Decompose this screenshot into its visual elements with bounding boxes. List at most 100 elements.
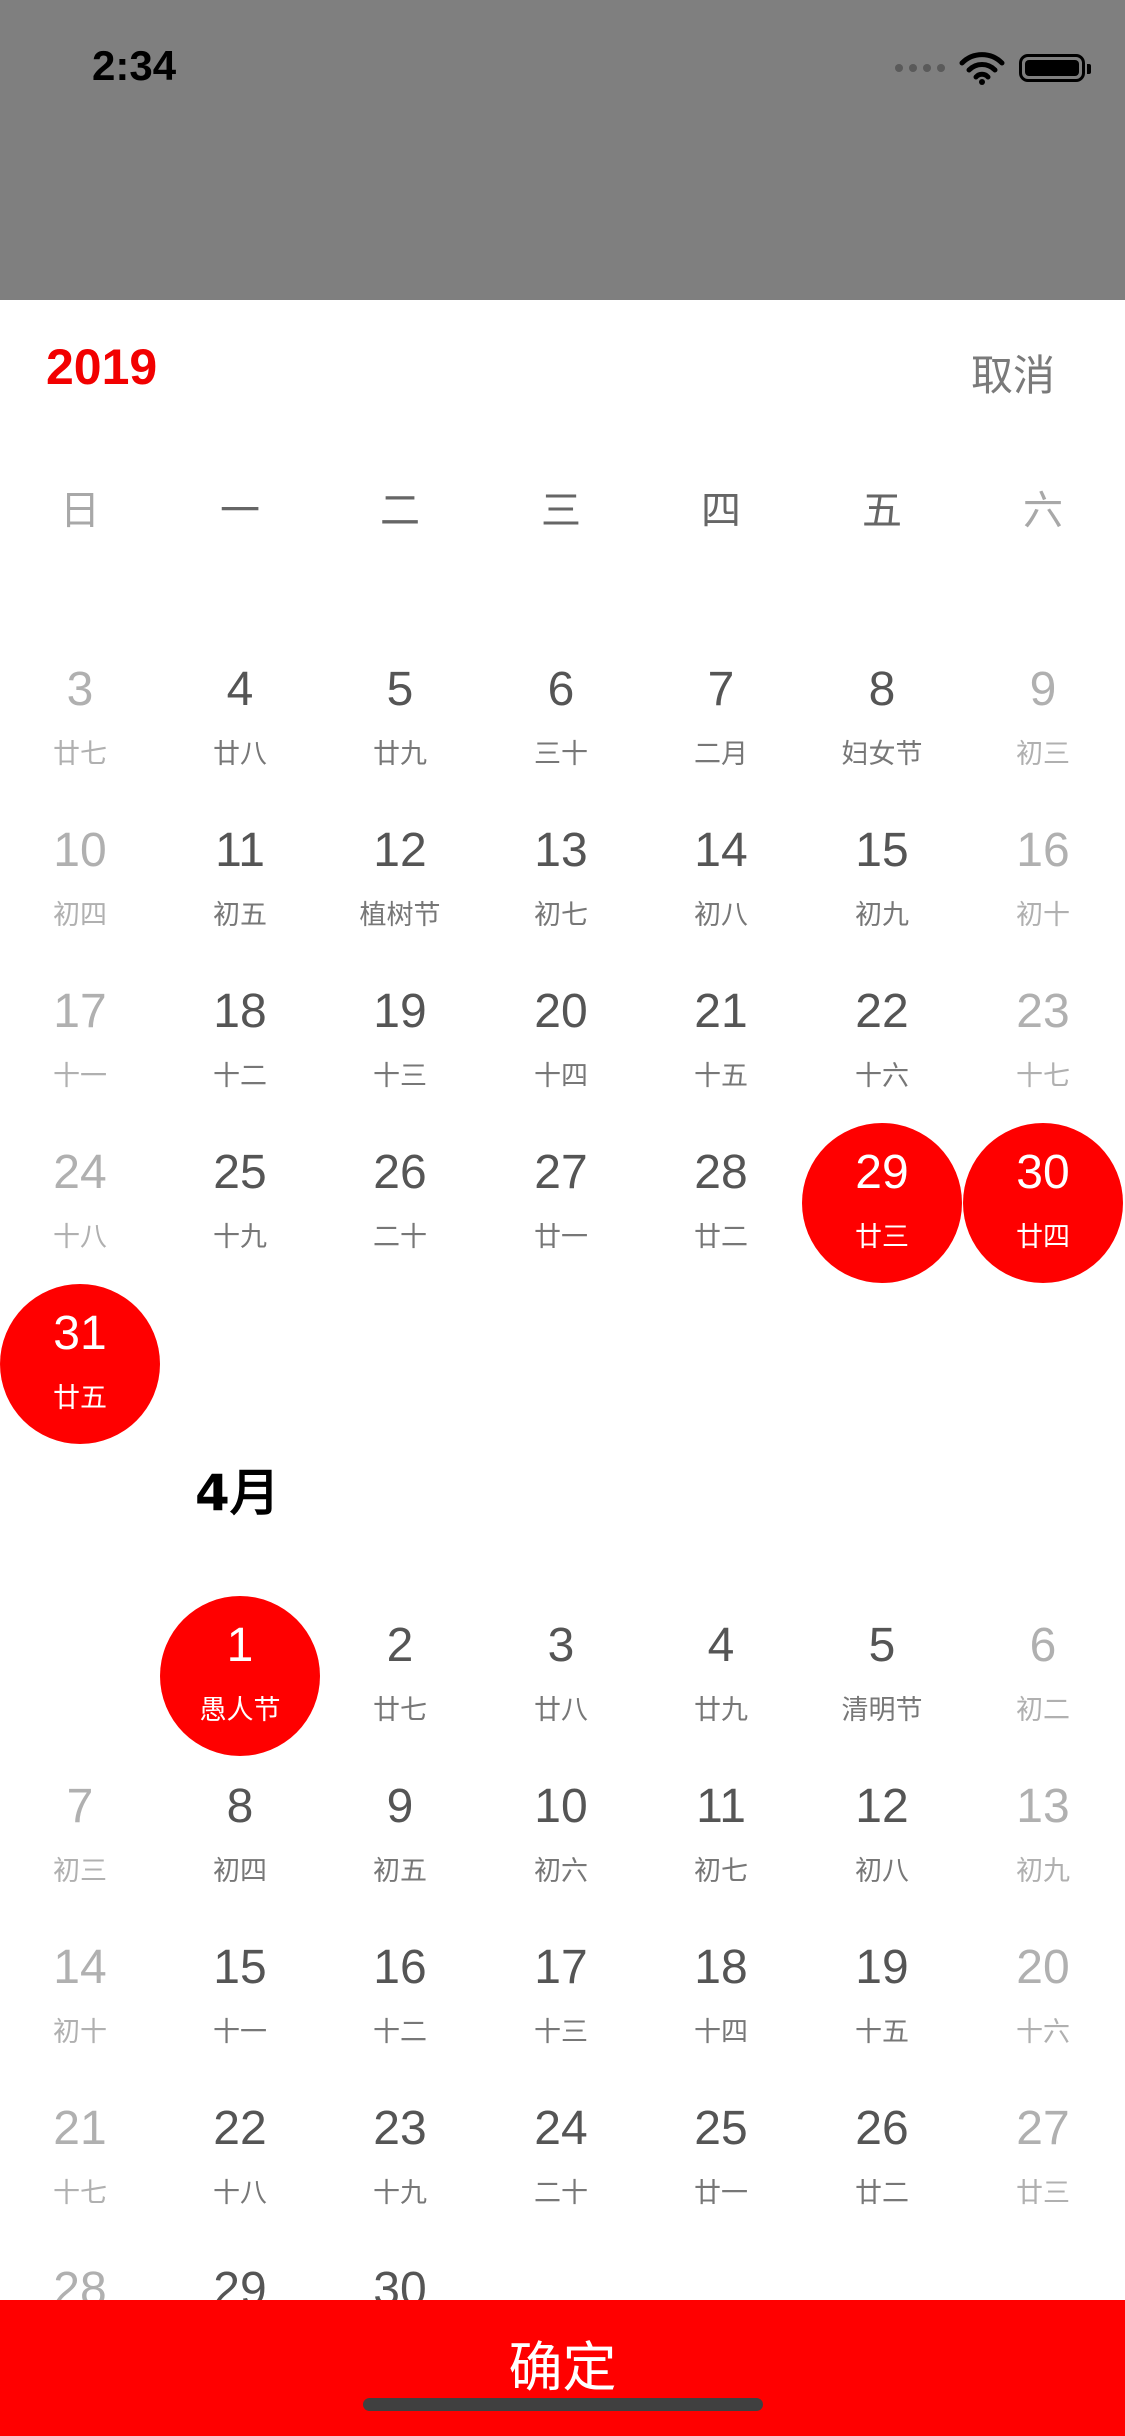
day-cell[interactable]: 26 廿二 — [802, 2079, 962, 2239]
lunar-date: 初二 — [1016, 1695, 1070, 1726]
day-cell[interactable]: 26 二十 — [320, 1123, 480, 1283]
day-cell[interactable]: 9 初五 — [320, 1757, 480, 1917]
day-cell[interactable]: 3 廿七 — [0, 640, 160, 800]
lunar-date: 初七 — [534, 900, 588, 931]
day-cell[interactable]: 8 妇女节 — [802, 640, 962, 800]
day-cell[interactable]: 25 廿一 — [641, 2079, 801, 2239]
day-cell[interactable]: 14 初十 — [0, 1918, 160, 2078]
day-cell[interactable]: 21 十七 — [0, 2079, 160, 2239]
day-cell[interactable]: 5 清明节 — [802, 1596, 962, 1756]
lunar-date: 三十 — [534, 739, 588, 770]
month-title-april: 4月 — [195, 1464, 280, 1522]
day-cell[interactable]: 15 十一 — [160, 1918, 320, 2078]
day-cell[interactable]: 22 十六 — [802, 962, 962, 1122]
day-number: 22 — [855, 985, 909, 1038]
calendar-sheet: 2019 取消 日 一 二 三 四 五 六 3 廿七 4 廿八 5 廿九 6 三十 7 二月 8 妇女… — [0, 300, 1125, 2436]
lunar-date: 廿七 — [53, 739, 107, 770]
day-cell[interactable]: 11 初七 — [641, 1757, 801, 1917]
day-cell[interactable]: 20 十四 — [481, 962, 641, 1122]
day-cell[interactable]: 15 初九 — [802, 801, 962, 961]
day-cell[interactable]: 24 十八 — [0, 1123, 160, 1283]
day-cell[interactable]: 28 廿二 — [641, 1123, 801, 1283]
lunar-date: 廿三 — [855, 1222, 909, 1253]
day-cell[interactable]: 13 初九 — [963, 1757, 1123, 1917]
day-cell[interactable]: 2 廿七 — [320, 1596, 480, 1756]
day-cell[interactable]: 10 初四 — [0, 801, 160, 961]
day-number: 11 — [215, 824, 265, 877]
day-number: 21 — [53, 2102, 107, 2155]
day-number: 27 — [1016, 2102, 1070, 2155]
day-cell[interactable]: 24 二十 — [481, 2079, 641, 2239]
status-icons — [895, 48, 1091, 88]
day-number: 16 — [373, 1941, 427, 1994]
day-cell[interactable]: 12 初八 — [802, 1757, 962, 1917]
day-cell[interactable]: 19 十三 — [320, 962, 480, 1122]
lunar-date: 十九 — [373, 2178, 427, 2209]
day-cell[interactable]: 5 廿九 — [320, 640, 480, 800]
day-cell[interactable]: 23 十七 — [963, 962, 1123, 1122]
day-cell[interactable]: 1 愚人节 — [160, 1596, 320, 1756]
day-cell[interactable]: 25 十九 — [160, 1123, 320, 1283]
day-cell[interactable]: 3 廿八 — [481, 1596, 641, 1756]
day-cell[interactable]: 29廿五 — [160, 2240, 320, 2300]
confirm-button[interactable]: 确定 — [0, 2300, 1125, 2436]
day-number: 3 — [547, 1619, 575, 1672]
day-number: 24 — [53, 1146, 107, 1199]
day-cell[interactable]: 4 廿八 — [160, 640, 320, 800]
day-cell[interactable]: 23 十九 — [320, 2079, 480, 2239]
day-number: 24 — [534, 2102, 588, 2155]
day-cell[interactable]: 16 初十 — [963, 801, 1123, 961]
day-cell[interactable]: 19 十五 — [802, 1918, 962, 2078]
day-number: 10 — [53, 824, 107, 877]
lunar-date: 初六 — [534, 1856, 588, 1887]
day-cell[interactable]: 10 初六 — [481, 1757, 641, 1917]
calendar-scroll[interactable]: 3 廿七 4 廿八 5 廿九 6 三十 7 二月 8 妇女节 9 初三 10 初四 11 初五 12 植树节 13 初七 1… — [0, 570, 1125, 2300]
day-number: 6 — [1029, 1619, 1057, 1672]
lunar-date: 初九 — [855, 900, 909, 931]
lunar-date: 植树节 — [359, 900, 441, 931]
day-cell[interactable]: 14 初八 — [641, 801, 801, 961]
day-cell[interactable]: 30廿六 — [320, 2240, 480, 2300]
day-number: 15 — [855, 824, 909, 877]
day-cell[interactable]: 8 初四 — [160, 1757, 320, 1917]
day-cell[interactable]: 22 十八 — [160, 2079, 320, 2239]
day-cell[interactable]: 27 廿三 — [963, 2079, 1123, 2239]
day-cell[interactable]: 7 初三 — [0, 1757, 160, 1917]
day-cell[interactable]: 21 十五 — [641, 962, 801, 1122]
day-cell[interactable]: 13 初七 — [481, 801, 641, 961]
day-cell[interactable]: 4 廿九 — [641, 1596, 801, 1756]
day-cell[interactable]: 17 十三 — [481, 1918, 641, 2078]
day-cell[interactable]: 30 廿四 — [963, 1123, 1123, 1283]
lunar-date: 廿一 — [694, 2178, 748, 2209]
day-cell[interactable]: 29 廿三 — [802, 1123, 962, 1283]
day-number: 29 — [213, 2263, 267, 2300]
day-cell[interactable]: 6 三十 — [481, 640, 641, 800]
day-number: 26 — [373, 1146, 427, 1199]
day-cell[interactable]: 20 十六 — [963, 1918, 1123, 2078]
day-number: 17 — [534, 1941, 588, 1994]
day-cell[interactable]: 7 二月 — [641, 640, 801, 800]
cancel-button[interactable]: 取消 — [971, 342, 1055, 403]
day-cell[interactable]: 18 十四 — [641, 1918, 801, 2078]
dimmed-overlay[interactable]: 2:34 — [0, 0, 1125, 300]
day-cell[interactable]: 31 廿五 — [0, 1284, 160, 1444]
day-number: 7 — [707, 663, 735, 716]
day-number: 14 — [694, 824, 748, 877]
day-cell[interactable]: 16 十二 — [320, 1918, 480, 2078]
lunar-date: 十九 — [213, 1222, 267, 1253]
day-number: 1 — [226, 1619, 254, 1672]
day-cell[interactable]: 27 廿一 — [481, 1123, 641, 1283]
day-cell[interactable]: 28廿四 — [0, 2240, 160, 2300]
day-cell[interactable]: 9 初三 — [963, 640, 1123, 800]
day-cell[interactable]: 12 植树节 — [320, 801, 480, 961]
weekday-sat: 六 — [1023, 488, 1063, 534]
day-number: 12 — [855, 1780, 909, 1833]
day-cell[interactable]: 11 初五 — [160, 801, 320, 961]
home-indicator — [363, 2398, 763, 2411]
lunar-date: 二月 — [694, 739, 748, 770]
lunar-date: 廿三 — [1016, 2178, 1070, 2209]
day-cell[interactable]: 18 十二 — [160, 962, 320, 1122]
day-cell[interactable]: 6 初二 — [963, 1596, 1123, 1756]
day-number: 30 — [373, 2263, 427, 2300]
day-cell[interactable]: 17 十一 — [0, 962, 160, 1122]
